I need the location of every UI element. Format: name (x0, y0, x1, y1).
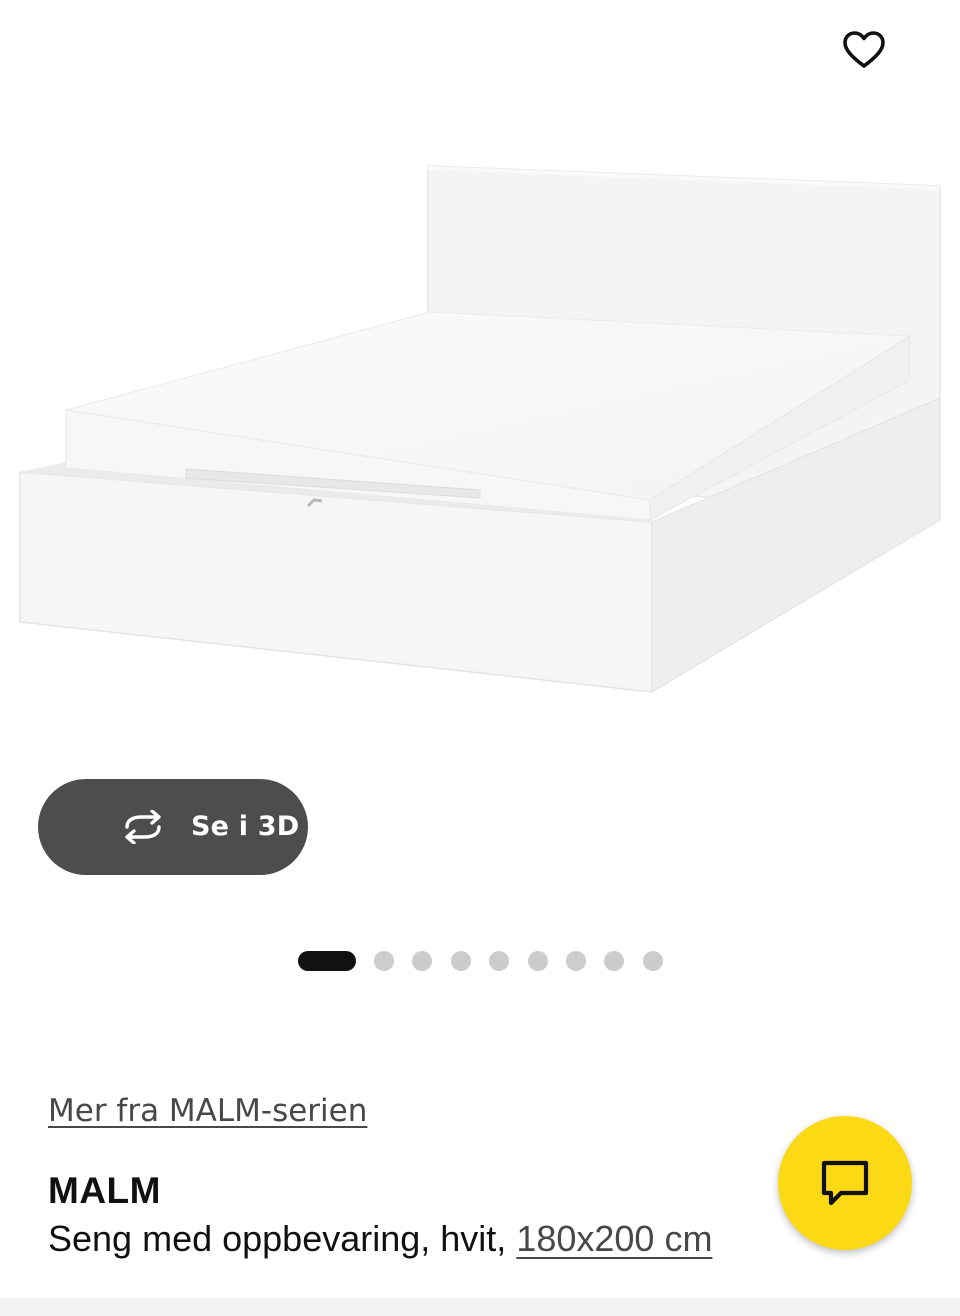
product-page: Se i 3D Mer fra MALM-serien MALM Seng me… (0, 0, 960, 1316)
carousel-dot-active[interactable] (298, 951, 356, 971)
bottom-bar-edge (0, 1298, 960, 1316)
carousel-dot[interactable] (528, 951, 548, 971)
carousel-dot[interactable] (374, 951, 394, 971)
chat-button[interactable] (778, 1116, 912, 1250)
carousel-dot[interactable] (489, 951, 509, 971)
product-name: MALM (48, 1170, 161, 1211)
chat-bubble-icon (821, 1160, 869, 1206)
carousel-dot[interactable] (643, 951, 663, 971)
product-image[interactable] (0, 150, 960, 730)
carousel-dot[interactable] (412, 951, 432, 971)
carousel-dot[interactable] (604, 951, 624, 971)
rotate-3d-icon (125, 810, 161, 844)
heart-outline-icon (843, 31, 885, 68)
product-description-text: Seng med oppbevaring, hvit, (48, 1218, 517, 1259)
carousel-dot[interactable] (566, 951, 586, 971)
favorite-button[interactable] (832, 20, 896, 80)
image-carousel-indicator (0, 951, 960, 971)
size-link[interactable]: 180x200 cm (516, 1218, 712, 1259)
series-link[interactable]: Mer fra MALM-serien (48, 1093, 367, 1129)
view-in-3d-label: Se i 3D (191, 811, 300, 842)
product-description: Seng med oppbevaring, hvit, 180x200 cm (48, 1218, 712, 1260)
view-in-3d-button[interactable]: Se i 3D (38, 779, 308, 875)
carousel-dot[interactable] (451, 951, 471, 971)
